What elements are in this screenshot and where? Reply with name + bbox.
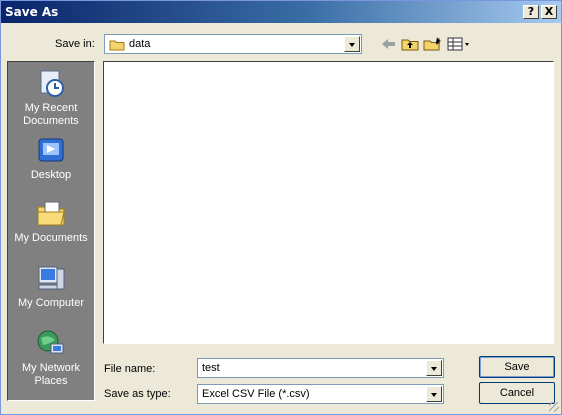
up-folder-icon[interactable] [400, 36, 420, 52]
place-label-network: My Network Places [21, 362, 81, 387]
file-name-label: File name: [104, 363, 156, 375]
network-places-icon [35, 328, 67, 360]
recent-documents-icon [35, 68, 67, 100]
views-menu-icon[interactable] [446, 36, 472, 52]
place-desktop[interactable]: Desktop [8, 135, 94, 182]
cancel-button[interactable]: Cancel [479, 382, 555, 404]
desktop-icon [35, 135, 67, 167]
save-as-dialog: Save As ? X Save in: data My Recent Docu… [0, 0, 562, 415]
place-network-places[interactable]: My Network Places [8, 328, 94, 388]
place-label-my-documents: My Documents [14, 232, 88, 244]
new-folder-icon[interactable] [422, 36, 442, 52]
place-label-recent: My Recent Documents [23, 102, 79, 127]
resize-grip[interactable] [549, 402, 559, 412]
save-in-combo[interactable]: data [104, 34, 362, 54]
back-arrow-icon[interactable] [379, 36, 399, 52]
file-list[interactable] [103, 61, 554, 344]
save-as-type-value: Excel CSV File (*.csv) [202, 388, 310, 400]
my-computer-icon [35, 263, 67, 295]
file-name-input[interactable]: test [202, 362, 220, 374]
place-recent-documents[interactable]: My Recent Documents [8, 68, 94, 128]
save-button[interactable]: Save [479, 356, 555, 378]
save-in-value: data [129, 38, 151, 50]
window-title: Save As [5, 5, 59, 19]
place-label-desktop: Desktop [30, 169, 72, 181]
place-label-my-computer: My Computer [17, 297, 85, 309]
folder-icon [109, 40, 125, 51]
places-bar: My Recent Documents Desktop My Documents… [7, 61, 95, 401]
my-documents-icon [35, 198, 67, 230]
save-in-dropdown-button[interactable] [344, 36, 360, 52]
save-as-type-label: Save as type: [104, 388, 171, 400]
title-bar[interactable]: Save As ? X [1, 1, 561, 23]
file-name-dropdown-button[interactable] [426, 360, 442, 376]
save-as-type-combo[interactable]: Excel CSV File (*.csv) [197, 384, 444, 404]
place-my-computer[interactable]: My Computer [8, 263, 94, 310]
save-as-type-dropdown-button[interactable] [426, 386, 442, 402]
save-in-label: Save in: [55, 38, 95, 50]
close-button[interactable]: X [541, 5, 557, 19]
place-my-documents[interactable]: My Documents [8, 198, 94, 245]
help-button[interactable]: ? [523, 5, 539, 19]
file-name-combo[interactable]: test [197, 358, 444, 378]
